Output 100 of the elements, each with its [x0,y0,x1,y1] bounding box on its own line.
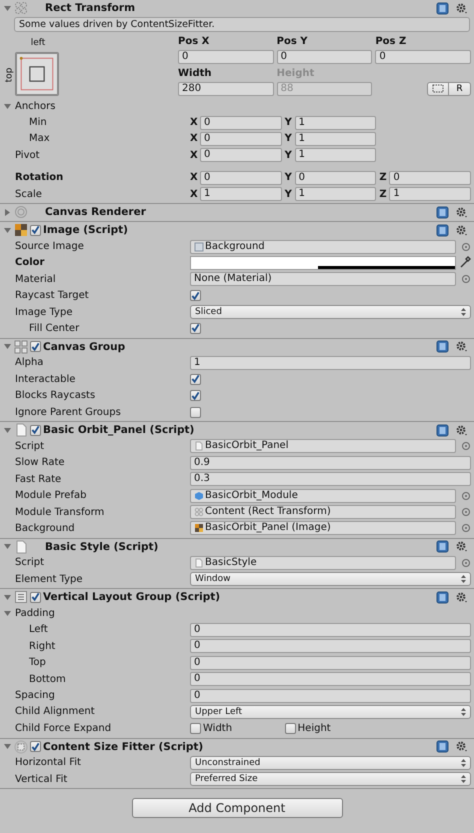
axis-label: Y [284,133,293,144]
add-component-button[interactable]: Add Component [132,798,342,818]
expanded-arrow-icon[interactable] [3,102,12,111]
enable-checkbox[interactable] [30,592,41,603]
enable-checkbox[interactable] [30,424,41,436]
number-field[interactable]: 0 [178,50,274,64]
dropdown[interactable]: Sliced [190,305,471,320]
expanded-arrow-icon[interactable] [3,742,12,751]
number-field[interactable]: 280 [178,82,274,96]
number-field[interactable]: 0 [375,50,471,64]
component-title: Canvas Renderer [45,206,146,218]
expanded-arrow-icon[interactable] [3,226,12,235]
help-icon[interactable] [436,340,449,354]
checkbox[interactable] [284,722,296,734]
number-field[interactable]: 1 [200,187,282,202]
number-field[interactable]: 0 [200,116,282,130]
number-field[interactable]: 0 [200,170,282,185]
help-icon[interactable] [436,590,449,604]
object-picker-icon[interactable] [461,242,471,252]
help-icon[interactable] [436,740,449,753]
eyedropper-icon[interactable] [459,256,471,270]
checkbox[interactable] [190,406,201,418]
blueprint-button[interactable] [426,82,449,96]
number-field[interactable]: 1 [294,187,376,202]
enable-checkbox[interactable] [30,341,41,352]
settings-icon[interactable] [455,424,468,437]
object-field[interactable]: BasicStyle [190,556,456,570]
checkbox[interactable] [190,322,201,334]
object-picker-icon[interactable] [461,441,471,452]
number-field[interactable]: 0 [200,148,282,162]
dropdown[interactable]: Preferred Size [190,772,471,786]
number-field[interactable]: 1 [389,187,471,202]
object-picker-icon[interactable] [461,274,471,284]
anchor-preset-icon[interactable] [15,52,59,96]
field-label: Max [29,133,50,144]
object-field[interactable]: Content (Rect Transform) [190,505,456,519]
help-icon[interactable] [436,206,449,219]
object-field[interactable]: BasicOrbit_Module [190,488,456,503]
expanded-arrow-icon[interactable] [3,592,12,602]
object-field[interactable]: None (Material) [190,272,456,286]
object-field[interactable]: BasicOrbit_Panel [190,439,456,454]
number-field[interactable]: 1 [294,116,376,130]
color-field[interactable] [190,256,456,270]
number-field[interactable]: 0 [190,688,471,703]
help-icon[interactable] [436,540,449,554]
expanded-arrow-icon[interactable] [3,4,12,12]
number-field[interactable]: 0 [190,622,471,637]
settings-icon[interactable] [455,206,468,219]
number-field[interactable]: 0 [190,656,471,670]
expanded-arrow-icon[interactable] [3,426,12,435]
number-field[interactable]: 0 [200,132,282,146]
settings-icon[interactable] [455,590,468,604]
number-field[interactable]: 1 [294,132,376,146]
object-field[interactable]: BasicOrbit_Panel (Image) [190,521,456,536]
settings-icon[interactable] [455,540,468,554]
number-field[interactable]: 1 [190,356,471,370]
dropdown[interactable]: Window [190,572,471,586]
checkbox[interactable] [190,374,201,385]
settings-icon[interactable] [455,2,468,14]
help-icon[interactable] [436,224,449,237]
object-picker-icon[interactable] [461,507,471,517]
field-label: Fast Rate [15,474,62,485]
checkbox[interactable] [190,722,201,734]
object-field[interactable]: Background [190,240,456,254]
field-label: Raycast Target [15,290,89,302]
number-field[interactable]: 0 [276,50,372,64]
field-label: Child Force Expand [15,722,112,734]
number-field[interactable]: 0 [190,672,471,686]
number-field[interactable]: 0.9 [190,456,471,470]
field-label: Padding [15,608,55,620]
dropdown[interactable]: Upper Left [190,704,471,719]
expanded-arrow-icon[interactable] [3,542,12,552]
settings-icon[interactable] [455,340,468,354]
help-icon[interactable] [436,2,449,14]
updown-arrows-icon [461,308,466,316]
field-label: Top [29,657,46,668]
checkbox[interactable] [190,390,201,402]
help-icon[interactable] [436,424,449,437]
column-label: Width [178,66,213,80]
object-picker-icon[interactable] [461,490,471,501]
expanded-arrow-icon[interactable] [3,609,12,618]
number-field[interactable]: 1 [294,148,376,162]
number-field[interactable]: 0 [190,639,471,654]
number-field[interactable]: 0 [389,170,471,185]
object-picker-icon[interactable] [461,558,471,568]
settings-icon[interactable] [455,224,468,237]
number-field[interactable]: 0.3 [190,472,471,486]
collapsed-arrow-icon[interactable] [3,208,12,217]
checkbox[interactable] [190,290,201,302]
axis-label: X [190,150,199,161]
field-label: Spacing [15,690,55,702]
raw-edit-button[interactable]: R [448,82,471,96]
expanded-arrow-icon[interactable] [3,342,12,352]
enable-checkbox[interactable] [30,224,41,236]
field-label: Horizontal Fit [15,757,81,768]
settings-icon[interactable] [455,740,468,753]
dropdown[interactable]: Unconstrained [190,756,471,770]
number-field[interactable]: 0 [294,170,376,185]
enable-checkbox[interactable] [30,741,41,752]
object-picker-icon[interactable] [461,523,471,534]
